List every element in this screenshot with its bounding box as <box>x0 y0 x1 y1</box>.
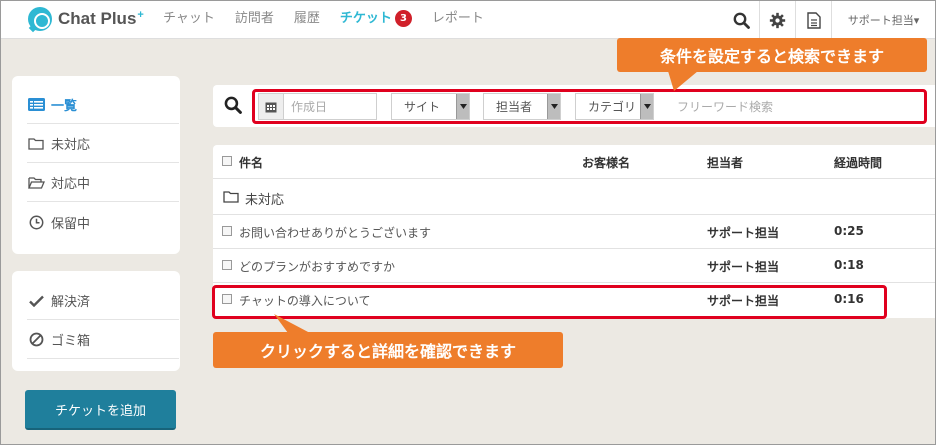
row-checkbox[interactable] <box>222 226 232 236</box>
sidebar-item-label: 保留中 <box>51 216 91 232</box>
nav-tickets-label: チケット <box>339 11 392 26</box>
col-elapsed[interactable]: 経過時間 <box>834 154 882 171</box>
folder-icon <box>223 190 239 207</box>
group-row-unhandled[interactable]: 未対応 <box>213 179 935 215</box>
sidebar-item-label: 解決済 <box>51 295 91 310</box>
row-checkbox[interactable] <box>222 260 232 270</box>
logo-text: Chat Plus+ <box>58 9 144 28</box>
sidebar-item-in-progress[interactable]: 対応中 <box>27 164 179 202</box>
folder-icon <box>27 135 45 153</box>
sidebar-item-label: 未対応 <box>51 138 91 153</box>
document-button[interactable] <box>795 1 831 39</box>
document-icon <box>806 11 821 29</box>
group-label: 未対応 <box>245 193 285 208</box>
ticket-elapsed: 0:25 <box>834 224 864 238</box>
ticket-elapsed: 0:18 <box>834 258 864 272</box>
search-icon <box>224 96 242 118</box>
sidebar-item-label: 一覧 <box>51 99 78 114</box>
sidebar-item-trash[interactable]: ゴミ箱 <box>27 321 179 359</box>
col-subject[interactable]: 件名 <box>239 154 263 171</box>
sidebar-archive-panel: 解決済 ゴミ箱 <box>12 271 180 371</box>
settings-button[interactable] <box>759 1 795 39</box>
col-agent[interactable]: 担当者 <box>707 154 743 171</box>
add-ticket-button[interactable]: チケットを追加 <box>25 390 176 430</box>
sidebar-item-label: 対応中 <box>51 177 91 192</box>
clock-icon <box>27 213 45 231</box>
search-callout: 条件を設定すると検索できます <box>617 38 927 72</box>
ticket-subject[interactable]: お問い合わせありがとうございます <box>239 224 431 241</box>
ticket-agent: サポート担当 <box>707 260 780 274</box>
nav-tickets[interactable]: チケット 3 <box>340 10 412 30</box>
sidebar-item-unhandled[interactable]: 未対応 <box>27 125 179 163</box>
row-highlight-box <box>212 285 887 319</box>
ticket-count-badge: 3 <box>394 10 412 27</box>
ticket-subject[interactable]: どのプランがおすすめですか <box>239 258 395 275</box>
header-search-button[interactable] <box>723 1 759 39</box>
chat-bubble-logo-icon <box>28 7 52 31</box>
logo[interactable]: Chat Plus+ <box>28 7 144 31</box>
nav-history[interactable]: 履歴 <box>294 10 320 30</box>
table-row[interactable]: どのプランがおすすめですか サポート担当 0:18 <box>213 249 935 283</box>
col-customer[interactable]: お客様名 <box>582 154 630 171</box>
gear-icon <box>769 12 786 28</box>
search-highlight-box <box>252 89 927 124</box>
search-icon <box>733 12 750 29</box>
user-menu[interactable]: サポート担当▾ <box>831 1 935 39</box>
folder-open-icon <box>27 174 45 192</box>
nav-chat[interactable]: チャット <box>163 10 215 30</box>
ticket-agent: サポート担当 <box>707 226 780 240</box>
table-header-row: 件名 お客様名 担当者 経過時間 <box>213 145 935 179</box>
table-row[interactable]: お問い合わせありがとうございます サポート担当 0:25 <box>213 215 935 249</box>
select-all-checkbox[interactable] <box>222 156 232 166</box>
callout-pointer <box>274 314 310 333</box>
app-header: Chat Plus+ チャット 訪問者 履歴 チケット 3 レポート サポート担当… <box>1 1 935 39</box>
callout-pointer <box>668 71 698 91</box>
ban-icon <box>27 331 45 349</box>
sidebar-item-list[interactable]: 一覧 <box>27 86 179 124</box>
check-icon <box>27 292 45 310</box>
sidebar-item-on-hold[interactable]: 保留中 <box>27 203 179 241</box>
detail-callout: クリックすると詳細を確認できます <box>213 332 563 368</box>
sidebar-status-panel: 一覧 未対応 対応中 保留中 <box>12 76 180 254</box>
list-icon <box>27 96 45 114</box>
sidebar-item-resolved[interactable]: 解決済 <box>27 282 179 320</box>
main-nav: チャット 訪問者 履歴 チケット 3 レポート <box>163 10 504 30</box>
nav-visitors[interactable]: 訪問者 <box>235 10 274 30</box>
nav-reports[interactable]: レポート <box>432 10 484 30</box>
sidebar-item-label: ゴミ箱 <box>51 334 91 349</box>
